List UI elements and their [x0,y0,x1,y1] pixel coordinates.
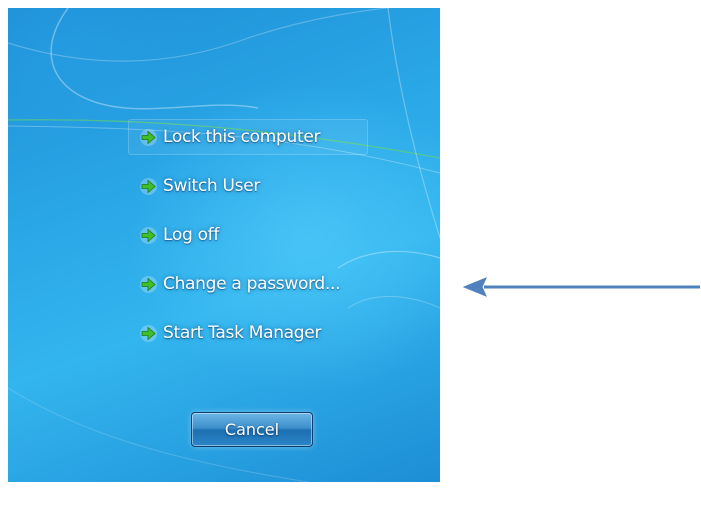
screenshot-stage: Lock this computer Switch User Log off C… [0,0,701,508]
green-arrow-icon [139,324,158,343]
menu-item-label: Lock this computer [163,127,321,147]
menu-item-label: Log off [163,225,220,245]
menu-item-lock-computer[interactable]: Lock this computer [128,119,368,155]
security-options-menu: Lock this computer Switch User Log off C… [128,119,368,364]
menu-item-label: Change a password... [163,274,341,294]
menu-item-label: Switch User [163,176,261,196]
green-arrow-icon [139,177,158,196]
green-arrow-icon [139,128,158,147]
annotation-pointer-arrow-icon [462,277,700,297]
menu-item-log-off[interactable]: Log off [128,217,368,253]
menu-item-label: Start Task Manager [163,323,322,343]
green-arrow-icon [139,226,158,245]
menu-item-start-task-manager[interactable]: Start Task Manager [128,315,368,351]
menu-item-switch-user[interactable]: Switch User [128,168,368,204]
green-arrow-icon [139,275,158,294]
menu-item-change-password[interactable]: Change a password... [128,266,368,302]
ctrl-alt-del-screen: Lock this computer Switch User Log off C… [8,8,440,482]
cancel-button[interactable]: Cancel [191,412,313,447]
